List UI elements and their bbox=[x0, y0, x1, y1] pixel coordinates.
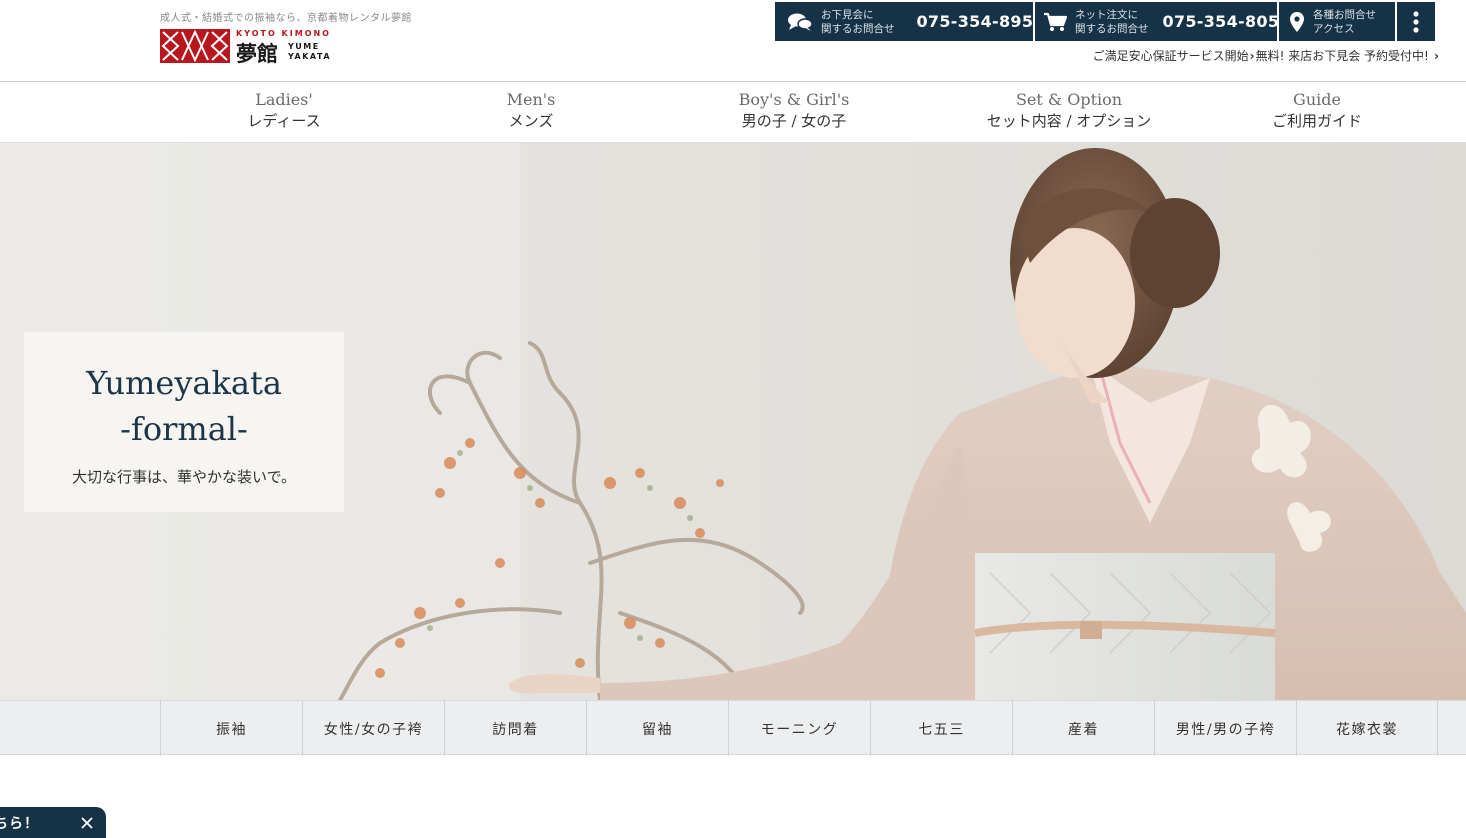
map-pin-icon bbox=[1289, 11, 1305, 33]
online-line1: ネット注文に bbox=[1075, 8, 1138, 21]
category-furisode[interactable]: 振袖 bbox=[160, 701, 302, 756]
chevron-right-icon: › bbox=[1429, 49, 1439, 63]
nav-kids-en: Boy's & Girl's bbox=[738, 90, 850, 109]
site-tagline: 成人式・結婚式での振袖なら、京都着物レンタル夢館 bbox=[160, 13, 412, 24]
nav-set-option-en: Set & Option bbox=[1015, 90, 1123, 109]
hero-subtitle: 大切な行事は、華やかな装いで。 bbox=[72, 468, 296, 486]
visit-reservation-link[interactable]: 無料! 来店お下見会 予約受付中! bbox=[1256, 49, 1429, 63]
category-womens-hakama[interactable]: 女性/女の子袴 bbox=[302, 701, 444, 756]
nav-guide[interactable]: Guide ご利用ガイド bbox=[1256, 90, 1378, 132]
nav-guide-jp: ご利用ガイド bbox=[1271, 112, 1362, 130]
site-logo[interactable]: KYOTO KIMONO 夢館 YUME YAKATA bbox=[160, 28, 336, 66]
logo-en: KYOTO KIMONO bbox=[236, 29, 331, 38]
logo-yume-yakata: YUME YAKATA bbox=[288, 42, 331, 62]
nav-mens-en: Men's bbox=[506, 90, 556, 109]
guarantee-link[interactable]: ご満足安心保証サービス開始 bbox=[1093, 49, 1249, 63]
chat-bubbles-icon bbox=[787, 11, 813, 33]
hero-title: Yumeyakata -formal- bbox=[24, 360, 344, 452]
hero-banner: Yumeyakata -formal- 大切な行事は、華やかな装いで。 bbox=[0, 143, 1466, 700]
category-homongi[interactable]: 訪問着 bbox=[444, 701, 586, 756]
contact-bar: お下見会に 関するお問合せ 075-354-8952 ネット注文に 関するお問合… bbox=[775, 2, 1435, 41]
main-navigation: Ladies' レディース Men's メンズ Boy's & Girl's 男… bbox=[0, 82, 1466, 143]
online-contact-button[interactable]: ネット注文に 関するお問合せ 075-354-8058 bbox=[1035, 2, 1290, 41]
nav-ladies[interactable]: Ladies' レディース bbox=[222, 90, 346, 132]
category-navigation: 振袖 女性/女の子袴 訪問着 留袖 モーニング 七五三 産着 男性/男の子袴 花… bbox=[0, 700, 1466, 756]
online-line2: 関するお問合せ bbox=[1075, 22, 1149, 35]
visit-contact-button[interactable]: お下見会に 関するお問合せ 075-354-8952 bbox=[775, 2, 1044, 41]
floating-banner[interactable]: ちら！ bbox=[0, 807, 106, 838]
category-ubugi[interactable]: 産着 bbox=[1012, 701, 1154, 756]
category-morning-coat[interactable]: モーニング bbox=[728, 701, 870, 756]
nav-ladies-jp: レディース bbox=[247, 112, 321, 130]
nav-set-option[interactable]: Set & Option セット内容 / オプション bbox=[976, 90, 1162, 132]
category-list: 振袖 女性/女の子袴 訪問着 留袖 モーニング 七五三 産着 男性/男の子袴 花… bbox=[160, 701, 1438, 756]
nav-mens[interactable]: Men's メンズ bbox=[480, 90, 582, 132]
nav-mens-jp: メンズ bbox=[508, 112, 554, 130]
category-bridal[interactable]: 花嫁衣裳 bbox=[1296, 701, 1438, 756]
visit-line2: 関するお問合せ bbox=[821, 22, 895, 35]
access-line2: アクセス bbox=[1313, 22, 1355, 35]
hero-title-line2: -formal- bbox=[120, 410, 248, 448]
hero-caption: Yumeyakata -formal- 大切な行事は、華やかな装いで。 bbox=[24, 332, 344, 512]
floating-banner-text: ちら！ bbox=[0, 815, 39, 832]
logo-mark-icon bbox=[160, 29, 230, 63]
nav-ladies-en: Ladies' bbox=[255, 90, 313, 109]
site-header: 成人式・結婚式での振袖なら、京都着物レンタル夢館 KYOTO KIMONO 夢館… bbox=[0, 0, 1466, 82]
online-phone: 075-354-8058 bbox=[1162, 12, 1291, 31]
shopping-cart-icon bbox=[1043, 11, 1067, 33]
access-button[interactable]: 各種お問合せ アクセス bbox=[1279, 2, 1395, 41]
online-contact-label: ネット注文に 関するお問合せ bbox=[1075, 8, 1149, 36]
access-label: 各種お問合せ アクセス bbox=[1313, 8, 1376, 36]
category-shichigosan[interactable]: 七五三 bbox=[870, 701, 1012, 756]
logo-yakata: YAKATA bbox=[288, 52, 332, 61]
logo-yume: YUME bbox=[288, 42, 320, 51]
category-mens-hakama[interactable]: 男性/男の子袴 bbox=[1154, 701, 1296, 756]
visit-phone: 075-354-8952 bbox=[916, 12, 1045, 31]
nav-set-option-jp: セット内容 / オプション bbox=[986, 112, 1152, 130]
visit-contact-label: お下見会に 関するお問合せ bbox=[821, 8, 895, 36]
logo-text: KYOTO KIMONO 夢館 YUME YAKATA bbox=[236, 28, 336, 66]
notice-links: ご満足安心保証サービス開始›無料! 来店お下見会 予約受付中! › bbox=[1093, 47, 1440, 64]
nav-kids[interactable]: Boy's & Girl's 男の子 / 女の子 bbox=[720, 90, 868, 132]
more-menu-button[interactable] bbox=[1397, 2, 1435, 41]
access-line1: 各種お問合せ bbox=[1313, 8, 1376, 21]
vertical-dots-icon bbox=[1413, 10, 1419, 33]
visit-line1: お下見会に bbox=[821, 8, 874, 21]
category-tomesode[interactable]: 留袖 bbox=[586, 701, 728, 756]
hero-title-line1: Yumeyakata bbox=[86, 364, 282, 402]
nav-kids-jp: 男の子 / 女の子 bbox=[741, 112, 847, 130]
nav-guide-en: Guide bbox=[1293, 90, 1341, 109]
chevron-right-icon: › bbox=[1249, 49, 1255, 63]
close-icon[interactable] bbox=[80, 816, 94, 830]
logo-jp: 夢館 bbox=[236, 41, 278, 66]
